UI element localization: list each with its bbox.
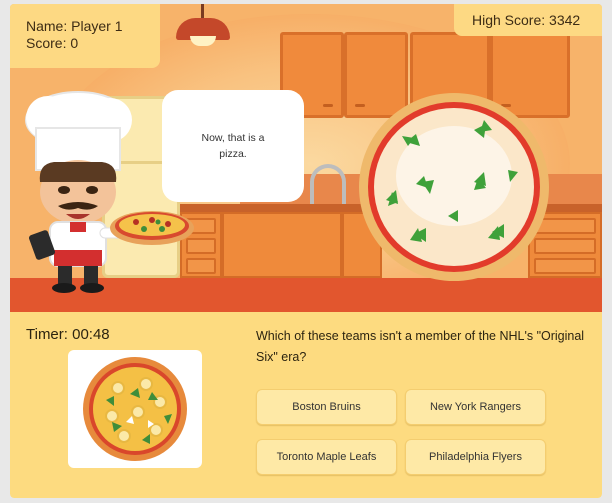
- high-score: High Score: 3342: [472, 12, 581, 28]
- kitchen-scene: Now, that is a pizza. Name: Player 1 Sco…: [10, 4, 602, 312]
- high-score-box: High Score: 3342: [454, 4, 602, 36]
- answer-button[interactable]: Boston Bruins: [256, 389, 397, 425]
- lower-cabinet: [222, 212, 342, 278]
- faucet-icon: [310, 164, 346, 204]
- answer-label: Boston Bruins: [292, 401, 361, 413]
- quiz-panel: Timer: 00:48 Which of these teams isn't …: [10, 312, 602, 498]
- answer-button[interactable]: New York Rangers: [405, 389, 546, 425]
- answer-button[interactable]: Toronto Maple Leafs: [256, 439, 397, 475]
- question-text: Which of these teams isn't a member of t…: [256, 329, 585, 364]
- pizza-icon: [359, 93, 549, 281]
- pizza-thumbnail: [68, 350, 202, 468]
- player-score: Score: 0: [26, 35, 79, 51]
- pizza-icon: [83, 357, 187, 461]
- answer-button[interactable]: Philadelphia Flyers: [405, 439, 546, 475]
- chef-speech-text: Now, that is a pizza.: [201, 132, 265, 160]
- player-info: Name: Player 1 Score: 0: [10, 4, 160, 68]
- answer-label: Toronto Maple Leafs: [276, 451, 377, 463]
- player-name: Name: Player 1: [26, 18, 123, 34]
- chef-speech-bubble: Now, that is a pizza.: [162, 90, 304, 202]
- timer: Timer: 00:48: [26, 326, 110, 343]
- answer-label: Philadelphia Flyers: [429, 451, 522, 463]
- game-screen: Now, that is a pizza. Name: Player 1 Sco…: [10, 4, 602, 498]
- answer-label: New York Rangers: [429, 401, 522, 413]
